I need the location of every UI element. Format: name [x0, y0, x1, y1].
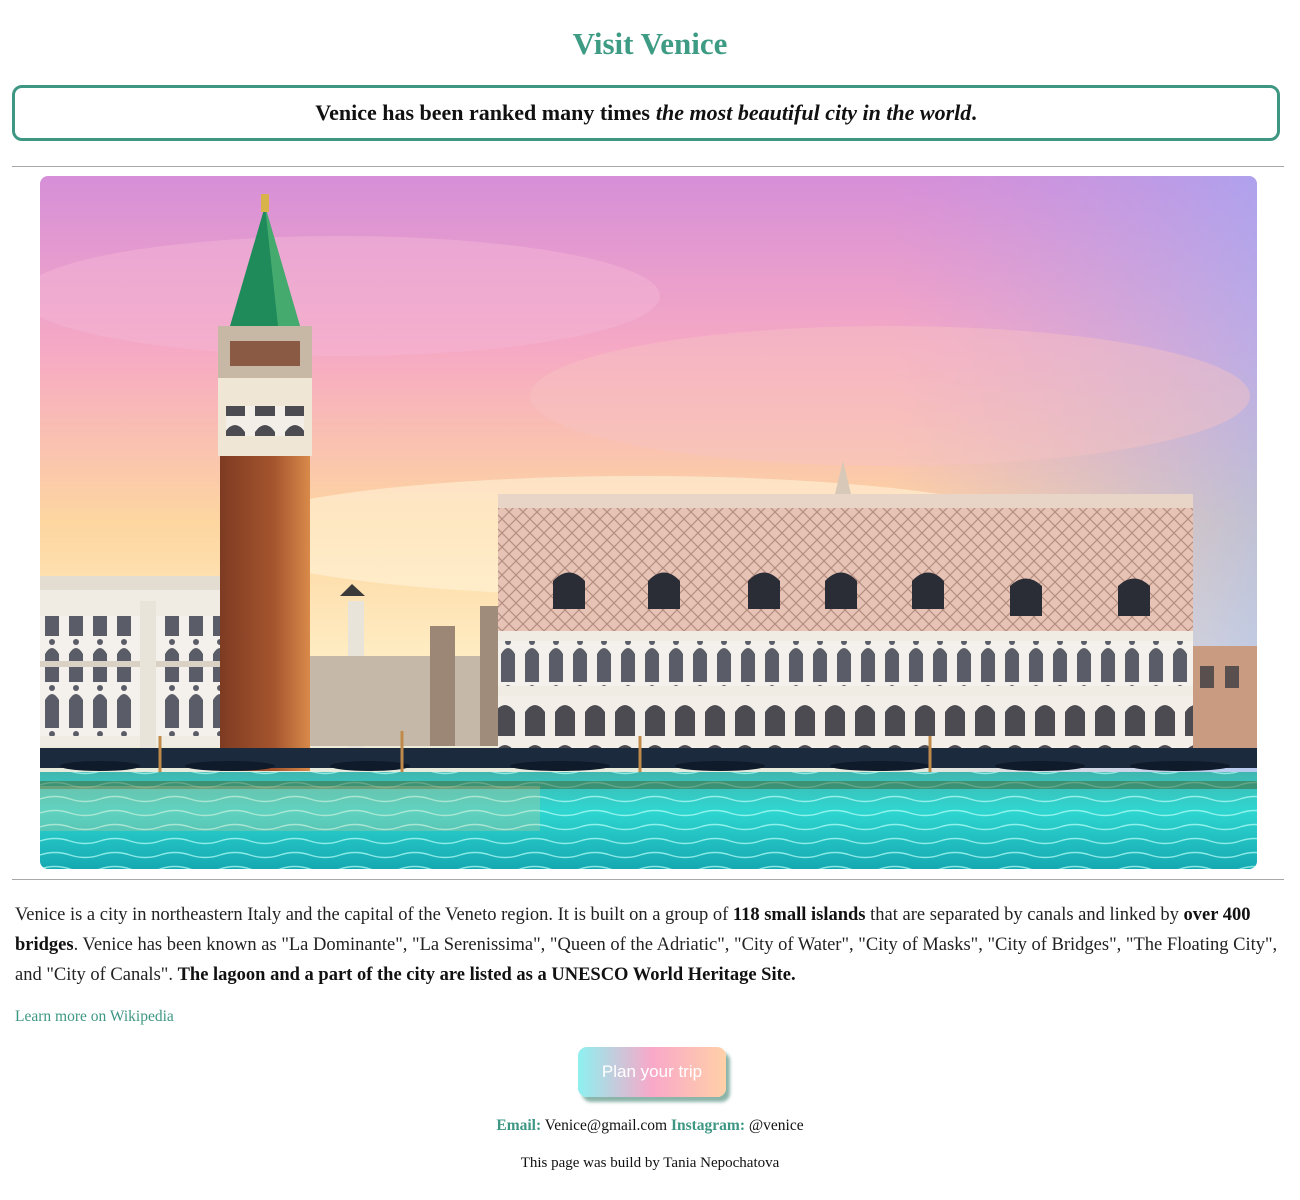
instagram-label: Instagram: — [670, 1117, 746, 1134]
plan-trip-button[interactable]: Plan your trip — [578, 1047, 726, 1097]
divider-bottom — [12, 879, 1284, 880]
intro-text-1: Venice is a city in northeastern Italy a… — [15, 905, 733, 925]
page: Visit Venice Venice has been ranked many… — [0, 0, 1300, 1200]
intro-paragraph: Venice is a city in northeastern Italy a… — [15, 900, 1285, 990]
quote-text: Venice has been ranked many times — [315, 100, 650, 125]
instagram-value: @venice — [748, 1117, 804, 1134]
page-title: Visit Venice — [572, 26, 728, 61]
venice-photo-icon — [40, 176, 1257, 869]
intro-bold-islands: 118 small islands — [732, 905, 866, 925]
contact-line: Email: Venice@gmail.com Instagram: @veni… — [0, 1117, 1300, 1135]
divider-top — [12, 166, 1284, 167]
wikipedia-link[interactable]: Learn more on Wikipedia — [15, 1008, 174, 1026]
intro-text-2: that are separated by canals and linked … — [865, 905, 1184, 925]
email-value: Venice@gmail.com — [544, 1117, 668, 1134]
quote-banner: Venice has been ranked many times the mo… — [12, 85, 1280, 141]
quote-emphasis: the most beautiful city in the world — [655, 100, 972, 125]
footer-credit: This page was build by Tania Nepochatova — [520, 1155, 780, 1171]
hero-image — [40, 176, 1257, 869]
quote-period: . — [971, 100, 977, 125]
intro-bold-unesco: The lagoon and a part of the city are li… — [177, 965, 796, 985]
email-label: Email: — [496, 1117, 542, 1134]
